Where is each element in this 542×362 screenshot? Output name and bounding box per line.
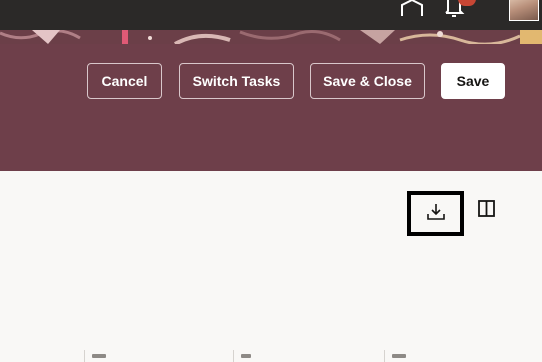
download-button[interactable] (407, 191, 464, 236)
cancel-button[interactable]: Cancel (87, 63, 162, 99)
column-header-fragment (92, 354, 106, 358)
column-divider (233, 350, 234, 362)
switch-tasks-button[interactable]: Switch Tasks (179, 63, 294, 99)
column-panel-icon[interactable] (477, 199, 497, 219)
save-button[interactable]: Save (441, 63, 505, 99)
user-avatar[interactable] (509, 0, 539, 21)
column-divider (84, 350, 85, 362)
home-icon[interactable] (400, 0, 424, 20)
download-icon (427, 204, 445, 220)
column-header-fragment (392, 354, 406, 358)
save-and-close-button[interactable]: Save & Close (310, 63, 425, 99)
notification-badge (458, 0, 476, 6)
decorative-pattern (0, 30, 542, 44)
column-header-fragment (241, 354, 251, 358)
column-divider (384, 350, 385, 362)
table-header (0, 346, 542, 362)
page: Cancel Switch Tasks Save & Close Save (0, 0, 542, 362)
global-header (0, 0, 542, 30)
